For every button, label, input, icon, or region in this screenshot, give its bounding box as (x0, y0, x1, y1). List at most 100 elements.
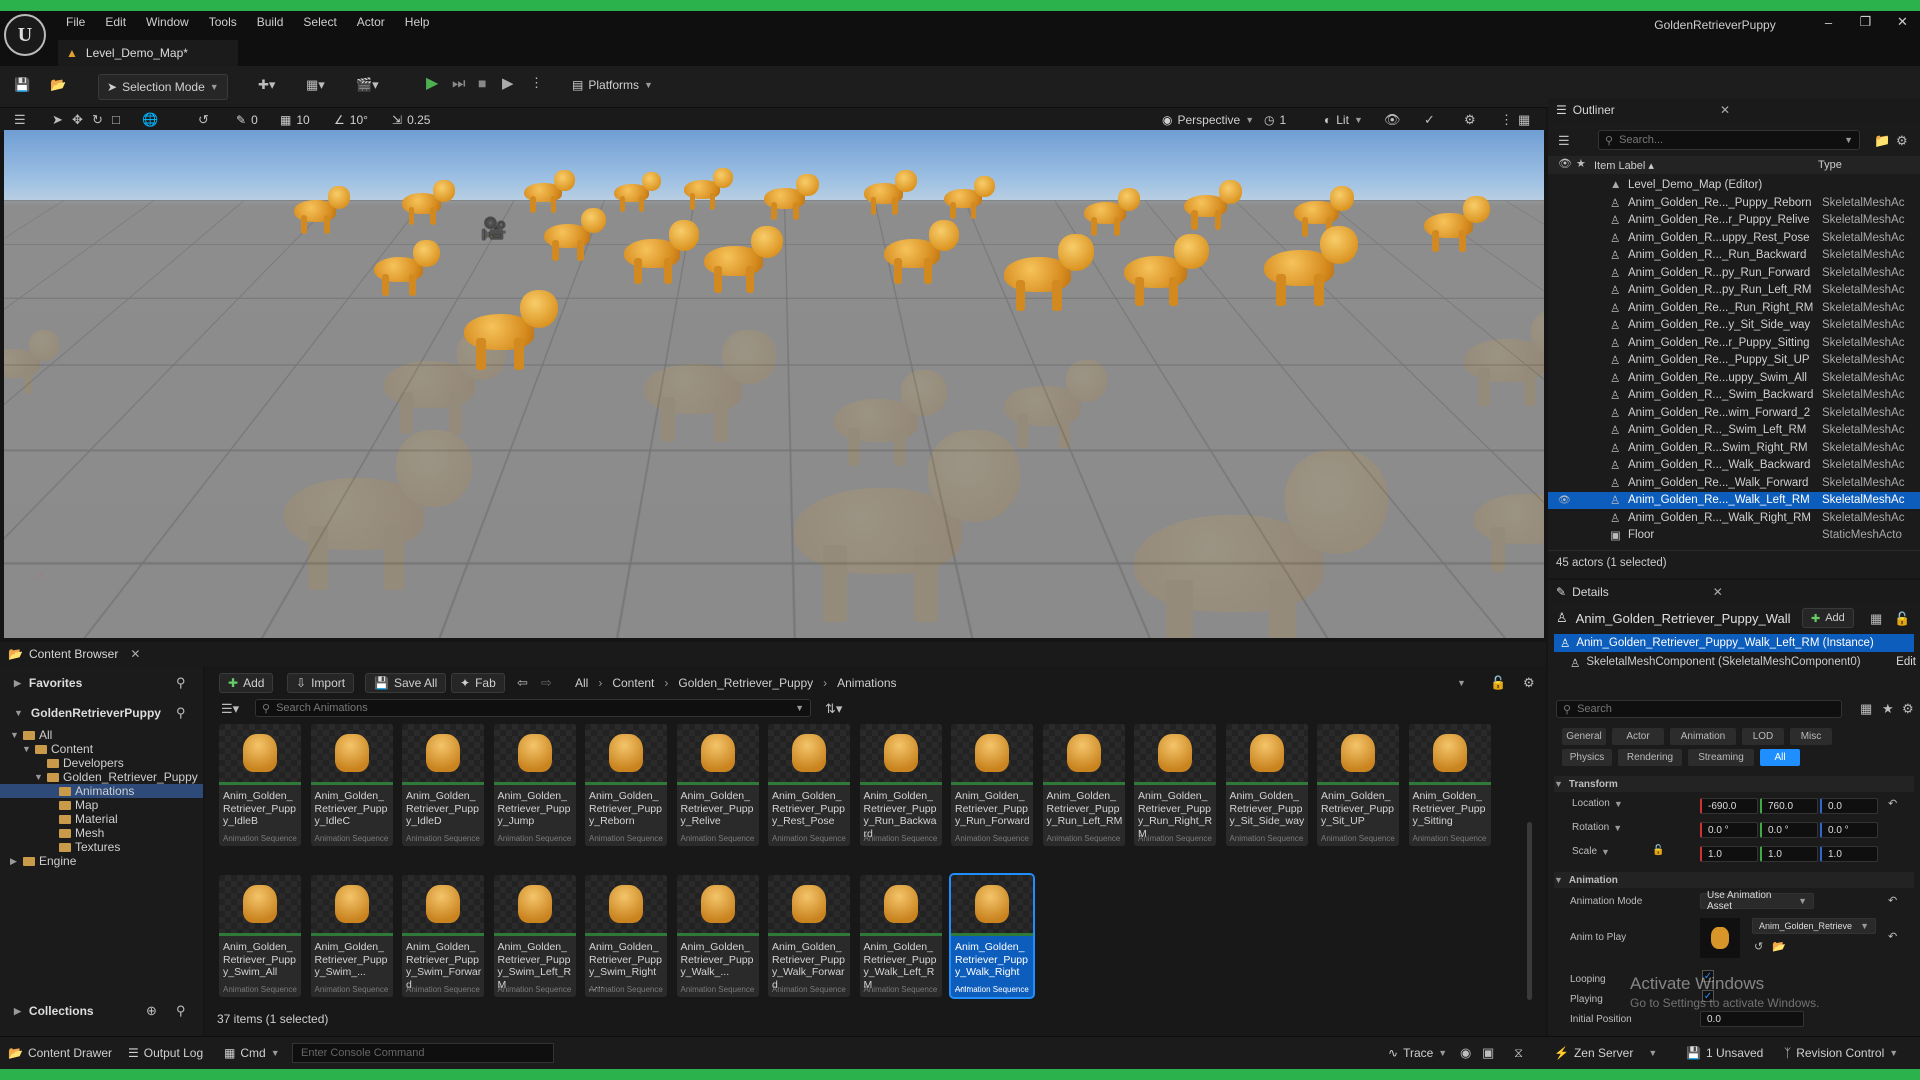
outliner-row[interactable]: ♙ Anim_Golden_R..._Walk_Backward SkeletalM… (1548, 457, 1920, 475)
menu-edit[interactable]: Edit (95, 11, 136, 33)
puppy-actor[interactable] (944, 176, 998, 220)
asset-tile[interactable]: Anim_Golden_Retriever_Puppy_Run_Left_RM A… (1042, 724, 1125, 846)
outliner-row[interactable]: ♙ Anim_Golden_Re...r_Puppy_Relive Skeletal… (1548, 212, 1920, 230)
asset-tile[interactable]: Anim_Golden_Retriever_Puppy_Run_Right_RM… (1134, 724, 1216, 846)
layout-icon[interactable]: ▦ (1518, 113, 1530, 126)
search-icon[interactable]: ⚲ (176, 1004, 186, 1017)
lock-icon[interactable]: 🔓 (1894, 612, 1910, 625)
add-folder-icon[interactable]: 📁 (1874, 134, 1890, 147)
lit-dropdown[interactable]: ◐ Lit ▼ (1324, 113, 1363, 127)
breadcrumb-item[interactable]: Content (612, 676, 654, 690)
component-row[interactable]: ♙ SkeletalMeshComponent (SkeletalMeshCom… (1570, 656, 1916, 670)
settings-icon[interactable]: ⚙ (1464, 113, 1476, 126)
filter-icon[interactable]: ☰ (1558, 134, 1570, 147)
asset-tile[interactable]: Anim_Golden_Retriever_Puppy_Sitting Anima… (1408, 724, 1491, 846)
asset-tile[interactable]: Anim_Golden_Retriever_Puppy_Run_Forward A… (951, 724, 1033, 846)
location-dropdown[interactable]: Location ▼ (1572, 798, 1623, 809)
content-drawer-button[interactable]: 📂 Content Drawer (8, 1046, 112, 1060)
console-input[interactable]: Enter Console Command (292, 1043, 554, 1063)
level-tab[interactable]: ▲ Level_Demo_Map* (58, 40, 238, 66)
eject-icon[interactable]: ▶ (502, 76, 514, 91)
puppy-actor[interactable] (1134, 450, 1404, 638)
scale-x[interactable]: 1.0 (1700, 846, 1758, 862)
add-component-button[interactable]: ✚ Add (1802, 608, 1854, 628)
settings-icon[interactable]: ⚙ (1896, 134, 1908, 147)
asset-tile[interactable]: Anim_Golden_Retriever_Puppy_Walk_Right_.… (949, 873, 1035, 999)
scale-y[interactable]: 1.0 (1760, 846, 1818, 862)
scale-tool-icon[interactable]: □ (112, 113, 120, 126)
outliner-row[interactable]: ♙ Anim_Golden_Re..._Run_Right_RM SkeletalM… (1548, 299, 1920, 317)
breadcrumb-item[interactable]: Golden_Retriever_Puppy (678, 676, 813, 690)
settings-icon[interactable]: ⚙ (1523, 676, 1535, 689)
asset-tile[interactable]: Anim_Golden_Retriever_Puppy_IdleC Animati… (310, 724, 393, 846)
asset-search-input[interactable]: ⚲ Search Animations ▼ (255, 699, 811, 717)
type-column[interactable]: Type (1818, 159, 1842, 171)
outliner-row[interactable]: ▣ Floor StaticMeshActo (1548, 527, 1920, 545)
trace-dropdown[interactable]: ∿ Trace ▼ (1388, 1046, 1447, 1060)
folder-tree-item[interactable]: ▼ Content (0, 742, 203, 756)
pin-icon[interactable]: ★ (1576, 159, 1586, 170)
back-icon[interactable]: ⇦ (517, 676, 528, 689)
puppy-actor[interactable] (684, 168, 736, 210)
viewport-menu-icon[interactable]: ☰ (14, 113, 26, 126)
cinematics-icon[interactable]: 🎬▾ (356, 78, 379, 91)
lock-icon[interactable]: 🔓 (1652, 846, 1664, 856)
scale-dropdown[interactable]: Scale ▼ (1572, 846, 1610, 857)
project-section[interactable]: ▼ GoldenRetrieverPuppy (14, 706, 161, 720)
world-space-icon[interactable]: 🌐 (142, 113, 158, 126)
puppy-actor[interactable] (1084, 188, 1144, 236)
actor-name[interactable]: Anim_Golden_Retriever_Puppy_Wall (1576, 611, 1791, 626)
minimize-icon[interactable]: – (1810, 11, 1847, 33)
asset-tile[interactable]: Anim_Golden_Retriever_Puppy_Jump Animatio… (493, 724, 576, 846)
menu-help[interactable]: Help (395, 11, 440, 33)
rotate-tool-icon[interactable]: ↻ (92, 113, 103, 126)
use-selected-icon[interactable]: ↺ (1754, 942, 1763, 953)
sort-icon[interactable]: ⇅▾ (825, 702, 842, 715)
surface-snap-icon[interactable]: ↺ (198, 113, 209, 126)
folder-tree-item[interactable]: Mesh (0, 826, 203, 840)
folder-tree-item[interactable]: Animations (0, 784, 203, 798)
favorite-icon[interactable]: ★ (1882, 702, 1894, 715)
perspective-dropdown[interactable]: ◉ Perspective ▼ (1162, 113, 1254, 127)
folder-tree-item[interactable]: Developers (0, 756, 203, 770)
add-button[interactable]: ✚ Add (219, 673, 274, 693)
selection-mode-dropdown[interactable]: ➤ Selection Mode ▼ (98, 74, 228, 100)
reset-icon[interactable]: ↶ (1888, 932, 1897, 943)
outliner-row[interactable]: ♙ Anim_Golden_Re...y_Sit_Side_way Skeletal… (1548, 317, 1920, 335)
realtime-icon[interactable]: ✓ (1424, 113, 1435, 126)
visibility-icon[interactable]: 👁 (1558, 495, 1571, 506)
puppy-actor[interactable] (1424, 196, 1494, 252)
camera-actor-icon[interactable]: 🎥 (480, 216, 507, 242)
visibility-icon[interactable]: 👁 (1558, 159, 1572, 170)
category-filter[interactable]: Rendering (1618, 749, 1682, 766)
record-icon[interactable]: ◉ (1460, 1046, 1471, 1059)
puppy-actor[interactable] (4, 330, 64, 394)
snap-a[interactable]: ✎ 0 (236, 113, 258, 127)
puppy-actor[interactable] (884, 220, 964, 284)
asset-tile[interactable]: Anim_Golden_Retriever_Puppy_IdleD Animati… (402, 724, 484, 846)
puppy-actor[interactable] (614, 172, 664, 212)
puppy-actor[interactable] (374, 240, 444, 296)
browse-icon[interactable]: 📂 (50, 78, 66, 91)
initial-position-field[interactable]: 0.0 (1700, 1011, 1804, 1027)
rotation-y[interactable]: 0.0 ° (1760, 822, 1818, 838)
outliner-row[interactable]: ♙ Anim_Golden_R..._Run_Backward SkeletalMe… (1548, 247, 1920, 265)
anim-thumbnail[interactable] (1700, 918, 1740, 958)
folder-tree-item[interactable]: ▶ Engine (0, 854, 203, 868)
filter-icon[interactable]: ☰▾ (221, 702, 239, 715)
revision-control-dropdown[interactable]: ᛉ Revision Control ▼ (1784, 1046, 1898, 1060)
category-filter[interactable]: Actor (1612, 728, 1664, 745)
grid-move-snap[interactable]: ▦ 10 (280, 113, 310, 127)
outliner-row[interactable]: ♙ Anim_Golden_Re...uppy_Swim_All SkeletalM… (1548, 369, 1920, 387)
save-icon[interactable]: 💾 (14, 78, 30, 91)
step-icon[interactable]: ⏭ (452, 76, 466, 91)
asset-tile[interactable]: Anim_Golden_Retriever_Puppy_Walk_... Anim… (676, 875, 759, 997)
animation-section[interactable]: ▼ Animation (1554, 872, 1914, 888)
asset-tile[interactable]: Anim_Golden_Retriever_Puppy_Walk_Forward… (768, 875, 850, 997)
cmd-dropdown[interactable]: ▦ Cmd ▼ (224, 1046, 280, 1060)
select-tool-icon[interactable]: ➤ (52, 113, 63, 126)
puppy-actor[interactable] (544, 208, 610, 261)
outliner-row[interactable]: ♙ Anim_Golden_Re...wim_Forward_2 SkeletalM… (1548, 404, 1920, 422)
anim-to-play-dropdown[interactable]: Anim_Golden_Retrieve ▼ (1752, 918, 1876, 934)
location-x[interactable]: -690.0 (1700, 798, 1758, 814)
